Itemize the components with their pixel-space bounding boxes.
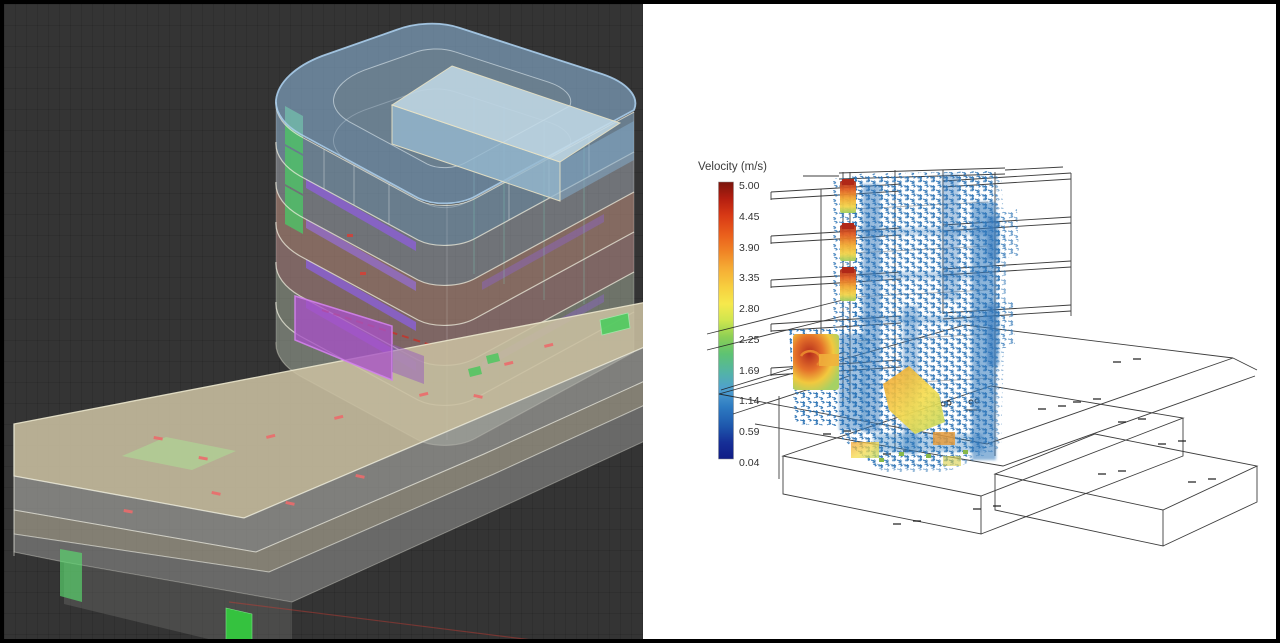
hotspot-cap (842, 267, 854, 273)
building-model (4, 4, 643, 639)
podium (14, 296, 643, 639)
colorbar-tick-label: 0.04 (739, 457, 760, 469)
colorbar-tick-label: 1.69 (739, 365, 760, 377)
colorbar-tick-label: 3.35 (739, 272, 760, 284)
hotspot-cap (842, 179, 854, 185)
hotspot (840, 269, 856, 301)
hotspot-cap (842, 223, 854, 229)
colorbar-tick-labels: 5.00 4.45 3.90 3.35 2.80 2.25 1.69 1.14 … (739, 180, 760, 469)
colorbar-tick-label: 4.45 (739, 211, 760, 223)
cfd-viewport[interactable]: Velocity (m/s) 5.00 4.45 3.90 3.35 2.80 … (643, 4, 1276, 639)
colorbar-tick-label: 5.00 (739, 180, 760, 192)
colorbar-tick-label: 0.59 (739, 426, 760, 438)
colorbar-tick-label: 3.90 (739, 242, 760, 254)
model-viewport[interactable] (4, 4, 643, 639)
colorbar-tick-label: 2.80 (739, 303, 760, 315)
hotspot (933, 432, 955, 445)
hotspot (840, 181, 856, 213)
cfd-plot: Velocity (m/s) 5.00 4.45 3.90 3.35 2.80 … (643, 4, 1276, 639)
colorbar-tick-label: 2.25 (739, 334, 760, 346)
velocity-vector-field (789, 171, 1019, 472)
hotspot (943, 456, 961, 466)
colorbar-gradient (719, 182, 734, 459)
colorbar: Velocity (m/s) 5.00 4.45 3.90 3.35 2.80 … (698, 161, 767, 469)
hotspot (819, 354, 839, 366)
screenshot-frame: Velocity (m/s) 5.00 4.45 3.90 3.35 2.80 … (0, 0, 1280, 643)
hotspot (851, 442, 879, 458)
hotspot (840, 225, 856, 261)
colorbar-title: Velocity (m/s) (698, 161, 767, 173)
